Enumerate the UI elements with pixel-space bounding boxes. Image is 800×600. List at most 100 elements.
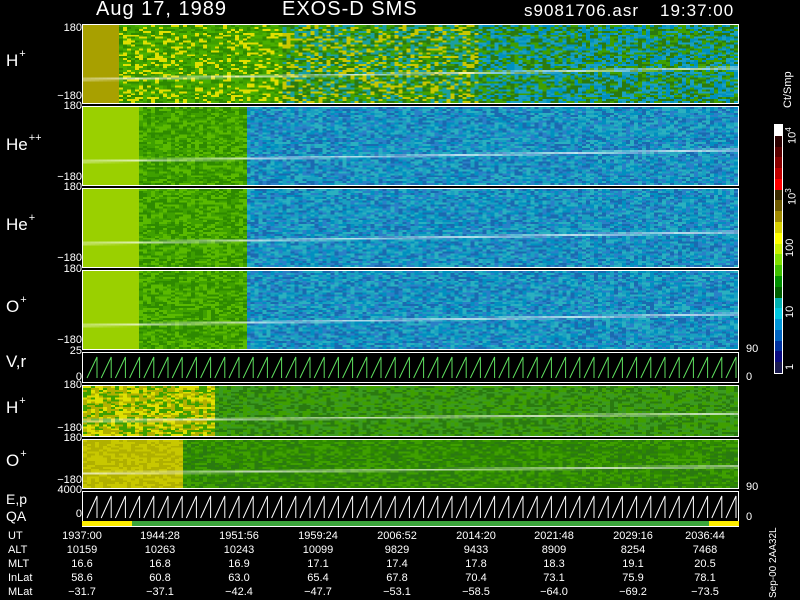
label-h-plus: H+	[6, 48, 26, 70]
table-cell: 9433	[463, 544, 489, 556]
panel-he-pp	[82, 106, 739, 186]
table-cell: 67.8	[386, 572, 408, 584]
tick-vr-right-top: 90	[746, 343, 759, 355]
label-qa: QA	[6, 508, 27, 524]
panel-he-plus	[82, 188, 739, 268]
table-cell: −58.5	[462, 586, 490, 598]
colorbar-swatch	[775, 265, 782, 276]
label-ep: E,p	[6, 491, 28, 507]
table-cell: 78.1	[694, 572, 716, 584]
plot-time: 19:37:00	[660, 1, 735, 20]
table-cell: 63.0	[228, 572, 250, 584]
table-cell: −42.4	[225, 586, 253, 598]
colorbar-swatch	[775, 189, 782, 201]
panel-h-plus-2	[82, 385, 739, 437]
footer-side-label: Sep-00 2AA32L	[768, 527, 779, 598]
table-cell: 75.9	[622, 572, 644, 584]
heatmap-he-pp	[83, 107, 738, 185]
tick-he-plus-top: 180	[63, 181, 82, 193]
colorbar-tick-10: 10	[784, 305, 796, 318]
exos-d-sms-plot: Aug 17, 1989 EXOS-D SMS s9081706.asr 19:…	[0, 0, 800, 600]
table-cell: −73.5	[691, 586, 719, 598]
colorbar-unit: Ct/Smp	[782, 71, 794, 108]
heatmap-o-plus	[83, 271, 738, 349]
table-cell: 10263	[144, 544, 176, 556]
table-cell: 16.6	[71, 558, 93, 570]
tick-he-pp-top: 180	[63, 100, 82, 112]
panel-h-plus	[82, 24, 739, 104]
colorbar-swatch	[775, 125, 782, 136]
colorbar-swatch	[775, 232, 782, 244]
table-cell: 1944:28	[140, 530, 180, 542]
colorbar-swatch	[775, 254, 782, 266]
table-row-label: ALT	[8, 544, 28, 556]
colorbar-swatch	[775, 146, 782, 158]
table-cell: 65.4	[307, 572, 329, 584]
tick-o-plus-2-top: 180	[63, 432, 82, 444]
table-cell: 10099	[302, 544, 334, 556]
sawtooth-trace	[86, 495, 737, 519]
table-cell: 10159	[66, 544, 98, 556]
colorbar-tick-10-4: 104	[784, 127, 799, 144]
table-cell: 16.8	[149, 558, 171, 570]
table-cell: 1937:00	[62, 530, 102, 542]
label-vr: V,r	[6, 352, 27, 371]
table-cell: 8254	[620, 544, 646, 556]
tick-ep-bottom: 0	[75, 508, 82, 520]
table-cell: −53.1	[383, 586, 411, 598]
qa-flag-bar	[82, 521, 739, 526]
table-cell: 1951:56	[219, 530, 259, 542]
table-row-label: MLT	[8, 558, 30, 570]
colorbar-swatch	[775, 329, 782, 341]
panel-o-plus	[82, 270, 739, 350]
table-cell: 2006:52	[377, 530, 417, 542]
colorbar-tick-1: 1	[784, 363, 796, 370]
vr-trace	[86, 356, 737, 379]
plot-date: Aug 17, 1989	[96, 0, 227, 20]
colorbar-swatch	[775, 362, 782, 373]
table-cell: 17.8	[465, 558, 487, 570]
tick-o-plus-top: 180	[63, 263, 82, 275]
table-cell: 16.9	[228, 558, 250, 570]
colorbar-swatch	[775, 135, 782, 147]
table-cell: 1959:24	[298, 530, 338, 542]
table-cell: 8909	[541, 544, 567, 556]
tick-ep-right-bottom: 0	[746, 511, 753, 523]
table-cell: −69.2	[619, 586, 647, 598]
plot-file: s9081706.asr	[524, 1, 640, 20]
table-cell: 73.1	[543, 572, 565, 584]
table-cell: −37.1	[146, 586, 174, 598]
heatmap-h-plus	[83, 25, 738, 103]
table-row-label: MLat	[8, 586, 33, 598]
heatmap-h-plus-2	[83, 386, 738, 436]
tick-vr-right-bottom: 0	[746, 371, 753, 383]
label-o-plus: O+	[6, 294, 27, 316]
colorbar-tick-10-3: 103	[784, 188, 799, 205]
sawtooth-trace	[86, 356, 737, 379]
colorbar-tick-100: 100	[784, 238, 796, 257]
tick-vr-top: 25	[69, 345, 82, 357]
label-h-plus-2: H+	[6, 395, 26, 417]
colorbar-swatch	[775, 275, 782, 287]
colorbar-swatch	[775, 222, 782, 233]
colorbar-swatch	[775, 286, 782, 298]
table-cell: 10243	[223, 544, 255, 556]
table-cell: −64.0	[540, 586, 568, 598]
panel-o-plus-2	[82, 439, 739, 489]
panel-vr	[82, 352, 739, 383]
colorbar	[774, 124, 783, 374]
colorbar-swatch	[775, 178, 782, 190]
table-cell: −31.7	[68, 586, 96, 598]
plot-mission: EXOS-D SMS	[282, 0, 418, 20]
table-cell: 2036:44	[685, 530, 725, 542]
table-cell: 70.4	[465, 572, 487, 584]
table-cell: 18.3	[543, 558, 565, 570]
colorbar-swatch	[775, 308, 782, 320]
table-cell: 17.1	[307, 558, 329, 570]
colorbar-swatch	[775, 157, 782, 169]
table-cell: 20.5	[694, 558, 716, 570]
tick-h-plus-2-top: 180	[63, 379, 82, 391]
table-cell: 9829	[384, 544, 410, 556]
colorbar-swatch	[775, 168, 782, 179]
table-cell: −47.7	[304, 586, 332, 598]
